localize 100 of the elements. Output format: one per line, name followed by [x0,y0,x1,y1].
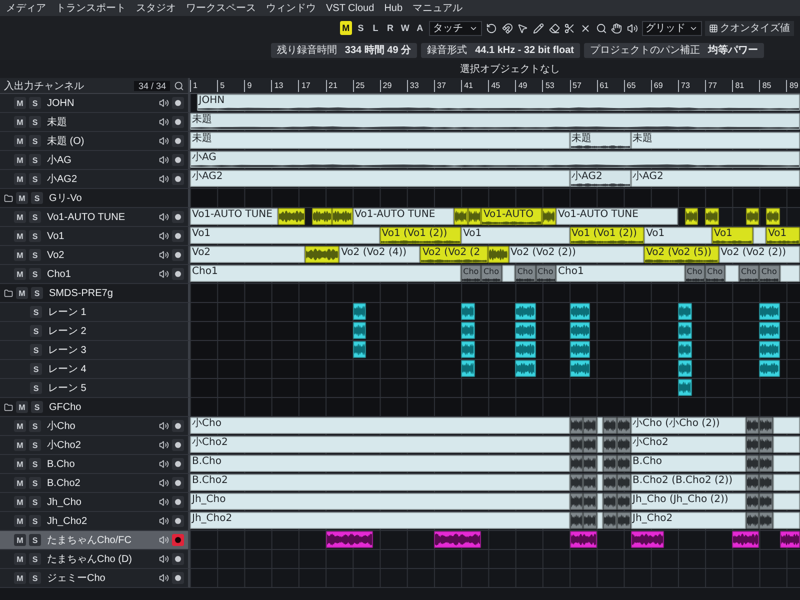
audio-region[interactable]: Jh_Cho2 [630,512,746,529]
mute-button[interactable]: M [14,268,26,280]
audio-region[interactable]: 未題 [630,132,800,149]
solo-button[interactable]: S [31,192,43,204]
audio-clip[interactable]: Vo1 (Vo1 (2)) [380,227,462,244]
quantize-button[interactable]: クオンタイズ値 [704,20,794,36]
track-header[interactable]: M S たまちゃんCho (D) [0,550,190,569]
track-header[interactable]: M S 未題 [0,113,190,132]
audio-region[interactable]: Vo1-AUTO TUNE [352,208,454,225]
track-header[interactable]: M S Jh_Cho2 [0,512,190,531]
audio-region[interactable]: 小Cho2 [630,436,746,453]
solo-button[interactable]: S [30,325,42,337]
mute-button[interactable]: M [14,420,26,432]
track-header[interactable]: M S ジェミーCho [0,569,190,588]
solo-button[interactable]: S [29,553,41,565]
mute-button[interactable]: M [14,116,26,128]
mute-button[interactable]: M [14,249,26,261]
audio-region[interactable]: 小Cho [190,417,570,434]
solo-button[interactable]: S [31,401,43,413]
track-header[interactable]: M S SMDS-PRE7g [0,284,190,303]
audio-region[interactable]: 未題 [190,132,570,149]
solo-button[interactable]: S [30,306,42,318]
solo-button[interactable]: S [29,572,41,584]
track-header[interactable]: M S 小AG2 [0,170,190,189]
mute-button[interactable]: M [14,496,26,508]
solo-button[interactable]: S [29,211,41,223]
solo-button[interactable]: S [29,477,41,489]
solo-button[interactable]: S [30,344,42,356]
track-header[interactable]: S レーン 4 [0,360,190,379]
track-header[interactable]: M S 小Cho [0,417,190,436]
solo-button[interactable]: S [29,458,41,470]
audio-clip[interactable]: Vo1 [712,227,753,244]
mute-button[interactable]: M [14,458,26,470]
track-header[interactable]: M S GFCho [0,398,190,417]
mute-button[interactable]: M [16,401,28,413]
mute-button[interactable]: M [14,477,26,489]
audio-region[interactable]: Vo1 [190,227,380,244]
mute-button[interactable]: M [16,287,28,299]
audio-region[interactable]: B.Cho [630,455,746,472]
audio-region[interactable]: Vo2 (Vo2 (2)) [508,246,644,263]
audio-region[interactable]: Jh_Cho [190,493,570,510]
menu-item[interactable]: ワークスペース [186,1,256,15]
audio-region[interactable]: Jh_Cho2 [190,512,570,529]
solo-button[interactable]: S [29,230,41,242]
audio-clip[interactable]: 未題 [570,132,631,149]
track-header[interactable]: M S 小AG [0,151,190,170]
audio-clip[interactable]: 小AG [190,151,800,168]
menu-item[interactable]: VST Cloud [326,2,374,14]
mute-button[interactable]: M [14,515,26,527]
audio-region[interactable]: 小Cho2 [190,436,570,453]
track-header[interactable]: S レーン 5 [0,379,190,398]
audio-clip[interactable]: Vo1 (Vo1 (2)) [570,227,644,244]
audio-region[interactable]: 小AG2 [630,170,800,187]
audio-event[interactable]: Cho [461,265,482,282]
automation-mode-dropdown[interactable]: タッチ [428,20,482,36]
solo-button[interactable]: S [29,135,41,147]
audio-region[interactable]: Vo2 (Vo2 (4)) [339,246,420,263]
track-header[interactable]: M S たまちゃんCho/FC [0,531,190,550]
solo-button[interactable]: S [29,116,41,128]
solo-button[interactable]: S [29,154,41,166]
solo-button[interactable]: S [30,382,42,394]
mute-button[interactable]: M [14,553,26,565]
mode-button[interactable]: L [370,21,382,35]
audio-event[interactable]: Cho [515,265,536,282]
mute-button[interactable]: M [14,572,26,584]
audio-region[interactable]: 小AG2 [190,170,570,187]
menu-item[interactable]: マニュアル [412,1,463,15]
track-header[interactable]: M S JOHN [0,94,190,113]
track-header[interactable]: S レーン 3 [0,341,190,360]
audio-region[interactable]: Vo1-AUTO TUNE [556,208,678,225]
menu-item[interactable]: メディア [6,1,46,15]
mute-button[interactable]: M [16,192,28,204]
audio-clip[interactable]: Vo2 (Vo2 (5)) [644,246,719,263]
audio-region[interactable]: Vo2 [190,246,306,263]
audio-clip[interactable]: Vo1 [766,227,800,244]
snap-dropdown[interactable]: グリッド [642,20,702,36]
solo-button[interactable]: S [29,173,41,185]
audio-event[interactable]: Cho [705,265,726,282]
mode-button[interactable]: S [354,21,367,35]
track-header[interactable]: M S 未題 (O) [0,132,190,151]
solo-button[interactable]: S [29,496,41,508]
solo-button[interactable]: S [30,363,42,375]
track-header[interactable]: M S 小Cho2 [0,436,190,455]
audio-region[interactable]: B.Cho [190,455,570,472]
mute-button[interactable]: M [14,230,26,242]
mute-button[interactable]: M [14,135,26,147]
mute-button[interactable]: M [14,534,26,546]
audio-region[interactable]: B.Cho2 [190,474,570,491]
track-header[interactable]: M S Vo1-AUTO TUNE [0,208,190,227]
audio-clip[interactable]: JOHN [196,94,800,111]
mode-button[interactable]: R [384,21,396,35]
audio-region[interactable]: Vo1 [644,227,712,244]
track-header[interactable]: M S Cho1 [0,265,190,284]
mode-button[interactable]: M [340,21,352,35]
audio-clip[interactable]: Vo2 (Vo2 (2 [420,246,488,263]
mute-button[interactable]: M [14,173,26,185]
solo-button[interactable]: S [29,420,41,432]
mode-button[interactable]: W [399,21,411,35]
track-header[interactable]: S レーン 1 [0,303,190,322]
mute-button[interactable]: M [14,439,26,451]
